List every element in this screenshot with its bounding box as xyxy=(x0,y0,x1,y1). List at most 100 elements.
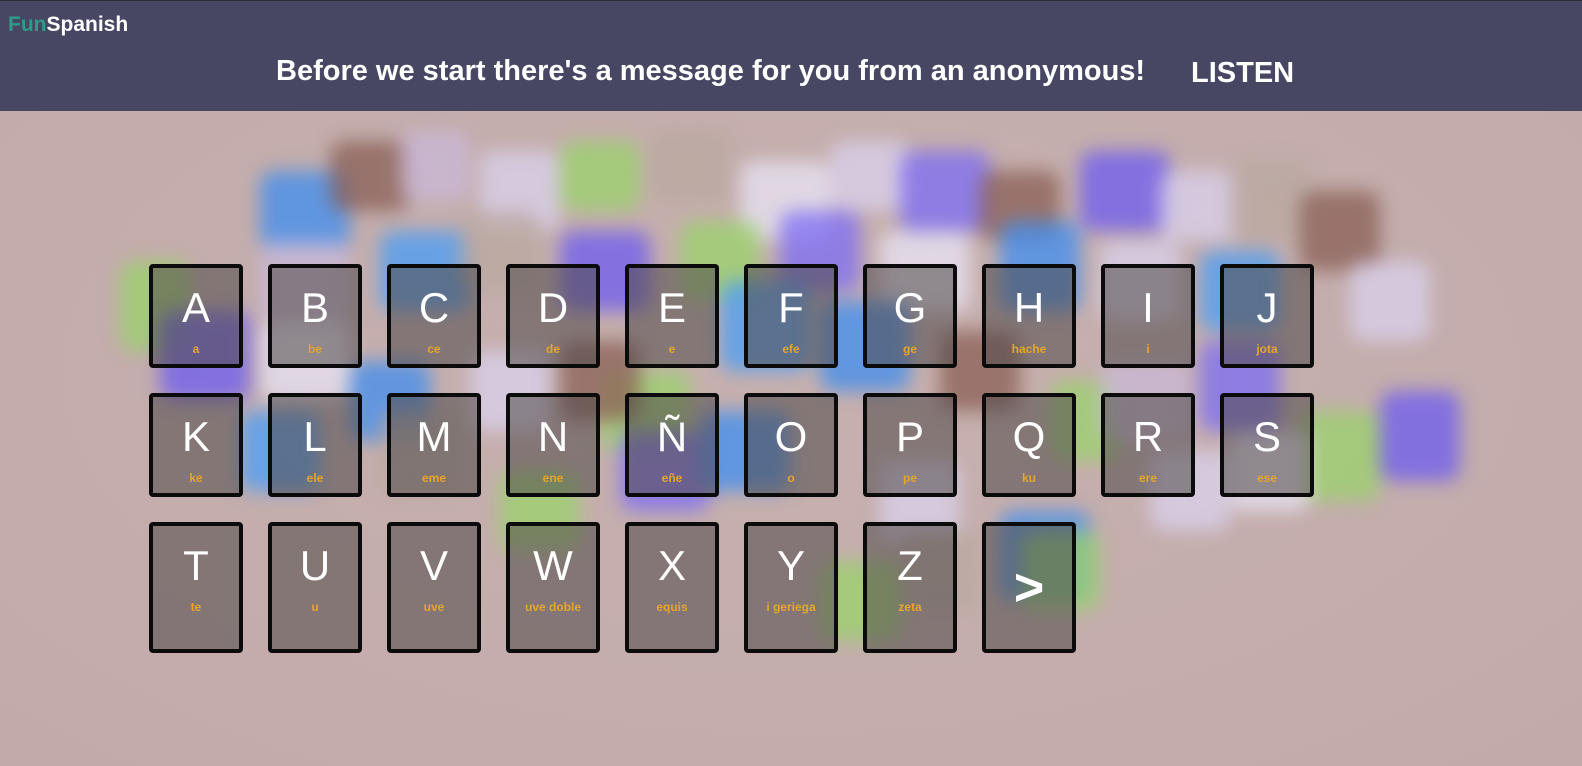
letter-tile-ce[interactable]: Cce xyxy=(387,264,481,368)
tile-letter: I xyxy=(1142,284,1154,331)
tile-letter: Q xyxy=(1012,413,1046,460)
letter-tile-equis[interactable]: Xequis xyxy=(625,522,719,653)
tile-letter-name: o xyxy=(787,471,795,485)
letter-tile-e[interactable]: Ee xyxy=(625,264,719,368)
background-cube xyxy=(1350,261,1430,341)
tile-letter-name: eñe xyxy=(661,471,683,485)
letter-tile-ere[interactable]: Rere xyxy=(1101,393,1195,497)
tile-letter-name: ere xyxy=(1138,471,1158,485)
background-cube xyxy=(830,141,910,211)
tile-letter-name: i geriega xyxy=(766,600,816,614)
letter-tile-pe[interactable]: Ppe xyxy=(863,393,957,497)
next-arrow-icon: > xyxy=(1013,559,1045,617)
letter-tile-eñe[interactable]: Ñeñe xyxy=(625,393,719,497)
top-header: FunSpanish Before we start there's a mes… xyxy=(0,0,1582,111)
background-cube xyxy=(1080,151,1170,231)
tile-letter: Ñ xyxy=(656,413,688,460)
tile-letter: P xyxy=(895,413,924,460)
tile-letter: U xyxy=(299,542,331,589)
tile-letter-name: zeta xyxy=(898,600,922,614)
tile-letter: O xyxy=(774,413,808,460)
logo-fun-text: Fun xyxy=(8,13,47,36)
letter-tile-a[interactable]: Aa xyxy=(149,264,243,368)
letter-tile-be[interactable]: Bbe xyxy=(268,264,362,368)
background-cube xyxy=(330,141,410,211)
background-cube xyxy=(400,131,470,201)
tile-letter-name: pe xyxy=(902,471,917,485)
tile-letter: E xyxy=(657,284,686,331)
tile-letter-name: uve xyxy=(423,600,445,614)
background-cube xyxy=(900,151,990,231)
tile-letter: D xyxy=(537,284,569,331)
background-cube xyxy=(1230,161,1310,241)
tile-letter: C xyxy=(418,284,450,331)
tile-letter-name: uve doble xyxy=(524,600,581,614)
page: FunSpanish Before we start there's a mes… xyxy=(0,0,1582,766)
letter-tile-te[interactable]: Tte xyxy=(149,522,243,653)
tile-letter-name: de xyxy=(545,342,560,356)
letter-tile-i[interactable]: Ii xyxy=(1101,264,1195,368)
logo-spanish-text: Spanish xyxy=(46,13,129,36)
tile-letter: Z xyxy=(897,542,923,589)
background-cube xyxy=(650,131,730,201)
tile-letter: H xyxy=(1013,284,1045,331)
tile-letter: V xyxy=(419,542,448,589)
tile-letter: S xyxy=(1252,413,1281,460)
tile-letter-name: ge xyxy=(902,342,917,356)
tile-letter: R xyxy=(1132,413,1164,460)
letter-tile-eme[interactable]: Meme xyxy=(387,393,481,497)
listen-button[interactable]: LISTEN xyxy=(1191,57,1294,90)
tile-letter: W xyxy=(533,542,573,589)
letter-tile-o[interactable]: Oo xyxy=(744,393,838,497)
background-cube xyxy=(560,141,640,211)
tile-letter: T xyxy=(183,542,209,589)
tile-letter-name: ce xyxy=(427,342,441,356)
letter-tile-ke[interactable]: Kke xyxy=(149,393,243,497)
tile-letter-name: ele xyxy=(306,471,324,485)
tile-letter-name: be xyxy=(307,342,322,356)
tile-letter: Y xyxy=(776,542,805,589)
tile-letter-name: ene xyxy=(542,471,564,485)
letter-tile-ku[interactable]: Qku xyxy=(982,393,1076,497)
tile-letter-name: ese xyxy=(1256,471,1278,485)
tile-letter-name: a xyxy=(192,342,200,356)
tile-letter-name: ke xyxy=(189,471,203,485)
letter-tile-i-geriega[interactable]: Yi geriega xyxy=(744,522,838,653)
tile-letter-name: u xyxy=(311,600,319,614)
tile-letter: F xyxy=(778,284,804,331)
tile-letter: A xyxy=(181,284,210,331)
letter-tile-jota[interactable]: Jjota xyxy=(1220,264,1314,368)
tile-letter-name: hache xyxy=(1011,342,1047,356)
letter-tile-uve-doble[interactable]: Wuve doble xyxy=(506,522,600,653)
tile-letter-name: ku xyxy=(1021,471,1036,485)
tile-letter-name: i xyxy=(1146,342,1150,356)
letter-tile-hache[interactable]: Hhache xyxy=(982,264,1076,368)
tile-letter-name: efe xyxy=(782,342,800,356)
tile-letter-name: eme xyxy=(421,471,447,485)
tile-letter: G xyxy=(893,284,927,331)
background-cube xyxy=(1380,391,1460,481)
tile-letter: B xyxy=(300,284,329,331)
tile-letter: M xyxy=(416,413,452,460)
tile-letter: L xyxy=(303,413,327,460)
letter-tile-ese[interactable]: Sese xyxy=(1220,393,1314,497)
letter-tile-u[interactable]: Uu xyxy=(268,522,362,653)
letter-tile-efe[interactable]: Fefe xyxy=(744,264,838,368)
tile-letter-name: jota xyxy=(1256,342,1278,356)
tile-letter-name: e xyxy=(668,342,676,356)
tile-letter-name: te xyxy=(190,600,202,614)
letter-tile-ele[interactable]: Lele xyxy=(268,393,362,497)
letter-tile-ge[interactable]: Gge xyxy=(863,264,957,368)
letter-tile-zeta[interactable]: Zzeta xyxy=(863,522,957,653)
next-button[interactable]: > xyxy=(982,522,1076,653)
tile-letter: K xyxy=(181,413,210,460)
tile-letter: X xyxy=(657,542,686,589)
background-cube xyxy=(1160,171,1240,241)
letter-tile-uve[interactable]: Vuve xyxy=(387,522,481,653)
letter-tile-de[interactable]: Dde xyxy=(506,264,600,368)
background-cube xyxy=(1300,191,1380,271)
site-logo[interactable]: FunSpanish xyxy=(8,13,128,37)
letter-tile-ene[interactable]: Nene xyxy=(506,393,600,497)
tile-letter-name: equis xyxy=(656,600,688,614)
tile-letter: J xyxy=(1256,284,1278,331)
